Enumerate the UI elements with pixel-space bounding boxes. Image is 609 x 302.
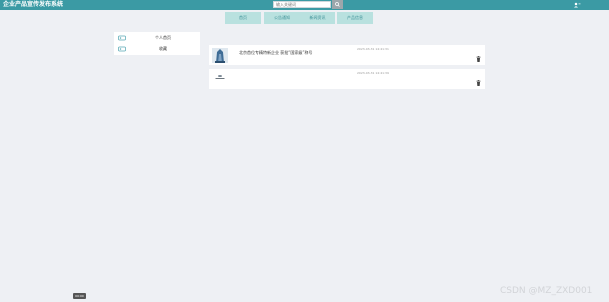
sidebar: 个人首页 收藏 [114, 32, 200, 55]
user-icon[interactable] [573, 2, 581, 8]
trash-icon[interactable] [476, 80, 481, 86]
tab-news[interactable]: 新闻资讯 [300, 12, 335, 24]
tab-products[interactable]: 产品信息 [337, 12, 373, 24]
search-button[interactable] [332, 0, 343, 9]
brand-logo-thumbnail [215, 75, 225, 79]
profile-icon [118, 35, 126, 41]
sidebar-item-label: 个人首页 [155, 35, 171, 40]
tab-notices[interactable]: 公告通知 [264, 12, 300, 24]
favorite-time: 2023-03-31 14:41:39 [357, 71, 389, 75]
sidebar-item-profile[interactable]: 个人首页 [114, 33, 200, 43]
search-icon [335, 2, 340, 7]
favorites-icon [118, 46, 126, 52]
tab-home[interactable]: 首页 [225, 12, 261, 24]
trash-icon[interactable] [476, 56, 481, 62]
video-time-badge: 00:00 [73, 293, 86, 299]
sidebar-item-favorites[interactable]: 收藏 [114, 44, 200, 54]
favorite-time: 2023-03-31 14:41:31 [357, 47, 389, 51]
sidebar-item-label: 收藏 [159, 46, 167, 51]
favorite-title[interactable]: 北京首位专精特新企业 获批“国家级”称号 [239, 50, 312, 56]
favorite-card[interactable]: 2023-03-31 14:41:39 [209, 69, 485, 89]
watermark: CSDN @MZ_ZXD001 [500, 286, 593, 296]
news-thumbnail [212, 48, 228, 63]
search-input[interactable] [273, 1, 331, 8]
app-title: 企业产品宣传发布系统 [3, 1, 64, 8]
top-bar: 企业产品宣传发布系统 [0, 0, 609, 10]
favorite-card[interactable]: 2023-03-31 14:41:31 北京首位专精特新企业 获批“国家级”称号 [209, 45, 485, 65]
